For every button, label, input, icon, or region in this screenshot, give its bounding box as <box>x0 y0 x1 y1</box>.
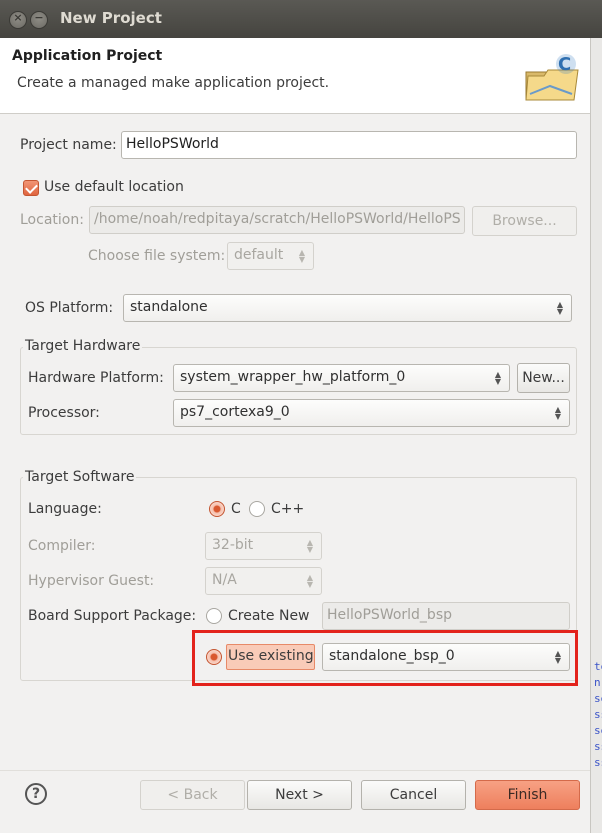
use-default-location-checkbox[interactable] <box>23 180 39 196</box>
filesystem-label: Choose file system: <box>88 248 226 264</box>
back-button[interactable]: < Back <box>140 780 245 810</box>
hypervisor-value: N/A <box>212 572 237 588</box>
next-button[interactable]: Next > <box>247 780 352 810</box>
language-cpp-label[interactable]: C++ <box>271 501 304 517</box>
window-title: New Project <box>60 9 162 27</box>
processor-label: Processor: <box>28 405 100 421</box>
language-cpp-radio[interactable] <box>249 501 265 517</box>
hardware-platform-value: system_wrapper_hw_platform_0 <box>180 369 406 385</box>
filesystem-select[interactable]: default ▲ ▼ <box>227 242 314 270</box>
processor-select[interactable]: ps7_cortexa9_0 ▲ ▼ <box>173 399 570 427</box>
processor-value: ps7_cortexa9_0 <box>180 404 290 420</box>
close-icon: × <box>13 11 23 24</box>
hardware-platform-label: Hardware Platform: <box>28 370 164 386</box>
c-project-folder-icon: C <box>525 54 579 101</box>
wizard-title: Application Project <box>12 48 163 64</box>
cancel-button[interactable]: Cancel <box>361 780 466 810</box>
target-hardware-title: Target Hardware <box>23 338 143 354</box>
compiler-value: 32-bit <box>212 537 254 553</box>
project-name-label: Project name: <box>20 137 117 153</box>
edge-text-4: ss <box>594 708 602 721</box>
help-icon[interactable]: ? <box>25 783 47 805</box>
location-input[interactable]: /home/noah/redpitaya/scratch/HelloPSWorl… <box>89 206 465 234</box>
hypervisor-select[interactable]: N/A ▲ ▼ <box>205 567 322 595</box>
use-default-location-label: Use default location <box>44 179 184 195</box>
os-platform-select[interactable]: standalone ▲ ▼ <box>123 294 572 322</box>
edge-text-7: ss <box>594 756 602 769</box>
edge-text-5: se <box>594 724 602 737</box>
edge-text-1: te <box>594 660 602 673</box>
finish-button[interactable]: Finish <box>475 780 580 810</box>
hypervisor-label: Hypervisor Guest: <box>28 573 155 589</box>
close-window-button[interactable]: × <box>9 11 27 29</box>
filesystem-value: default <box>234 247 284 263</box>
chevron-updown-icon: ▲ ▼ <box>556 300 564 316</box>
chevron-updown-icon: ▲ ▼ <box>554 405 562 421</box>
language-label: Language: <box>28 501 102 517</box>
location-label: Location: <box>20 212 84 228</box>
minimize-window-button[interactable]: − <box>30 11 48 29</box>
compiler-select[interactable]: 32-bit ▲ ▼ <box>205 532 322 560</box>
os-platform-label: OS Platform: <box>25 300 114 316</box>
wizard-banner: Application Project Create a managed mak… <box>0 38 590 114</box>
title-bar: × − New Project <box>0 0 602 38</box>
create-new-bsp-input[interactable]: HelloPSWorld_bsp <box>322 602 570 630</box>
create-new-bsp-radio[interactable] <box>206 608 222 624</box>
hardware-platform-select[interactable]: system_wrapper_hw_platform_0 ▲ ▼ <box>173 364 510 392</box>
annotation-highlight-box <box>192 630 578 686</box>
minimize-icon: − <box>34 11 44 24</box>
wizard-subtitle: Create a managed make application projec… <box>17 75 330 91</box>
target-software-title: Target Software <box>23 469 137 485</box>
create-new-bsp-label[interactable]: Create New <box>228 608 310 624</box>
spinner-icon: ▲ ▼ <box>306 573 314 589</box>
edge-text-3: se <box>594 692 602 705</box>
edge-text-6: ss <box>594 740 602 753</box>
edge-text-2: n <box>594 676 601 689</box>
os-platform-value: standalone <box>130 299 208 315</box>
bsp-label: Board Support Package: <box>28 608 197 624</box>
language-c-label[interactable]: C <box>231 501 241 517</box>
compiler-label: Compiler: <box>28 538 96 554</box>
spinner-icon: ▲ ▼ <box>298 248 306 264</box>
project-name-input[interactable]: HelloPSWorld <box>121 131 577 159</box>
svg-text:C: C <box>558 54 571 75</box>
background-editor-edge: te n se ss se ss ss <box>590 38 602 833</box>
browse-button[interactable]: Browse... <box>472 206 577 236</box>
language-c-radio[interactable] <box>209 501 225 517</box>
footer-separator <box>0 770 590 771</box>
chevron-updown-icon: ▲ ▼ <box>494 370 502 386</box>
spinner-icon: ▲ ▼ <box>306 538 314 554</box>
new-hardware-button[interactable]: New... <box>517 363 570 393</box>
